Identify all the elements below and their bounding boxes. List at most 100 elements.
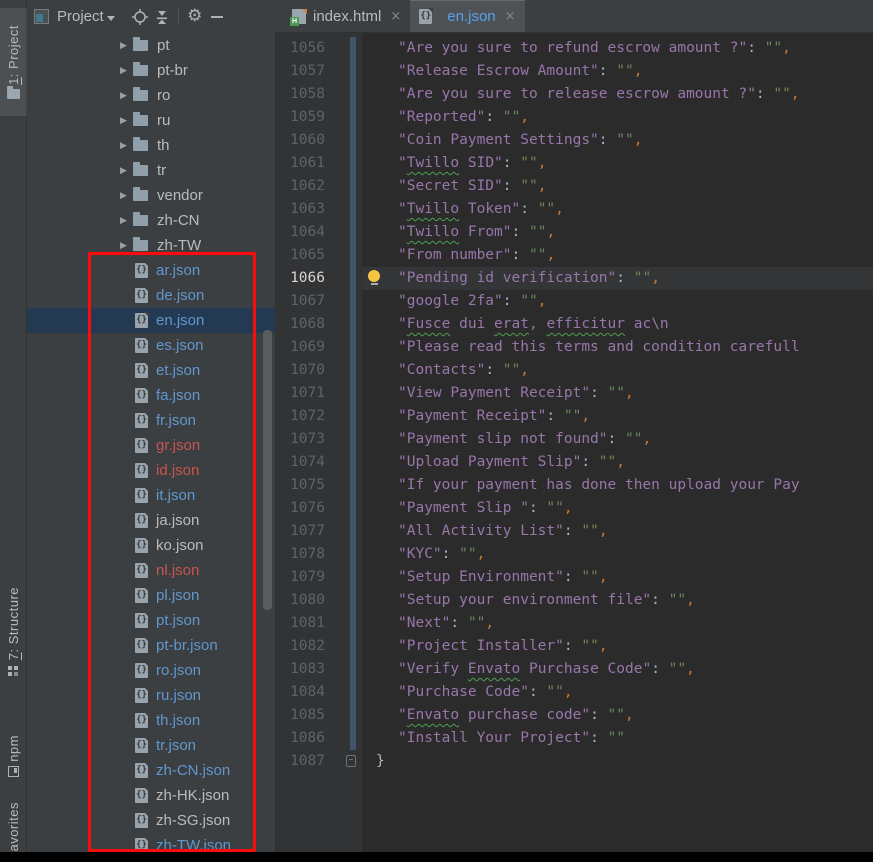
tree-folder-label: pt-br xyxy=(157,62,188,79)
tree-folder[interactable]: ▶pt xyxy=(27,33,275,58)
code-line[interactable]: 1057"Release Escrow Amount": "", xyxy=(275,60,873,83)
code-line[interactable]: 1079"Setup Environment": "", xyxy=(275,566,873,589)
tree-folder[interactable]: ▶vendor xyxy=(27,183,275,208)
chevron-right-icon[interactable]: ▶ xyxy=(120,116,133,126)
code-line[interactable]: 1075"If your payment has done then uploa… xyxy=(275,474,873,497)
tree-file[interactable]: {}it.json xyxy=(27,483,275,508)
code-line[interactable]: 1058"Are you sure to release escrow amou… xyxy=(275,83,873,106)
code-line[interactable]: 1070"Contacts": "", xyxy=(275,359,873,382)
code-line[interactable]: 1065"From number": "", xyxy=(275,244,873,267)
chevron-right-icon[interactable]: ▶ xyxy=(120,141,133,151)
editor-tab-en-json[interactable]: {}en.json× xyxy=(410,0,524,32)
tree-file[interactable]: {}fr.json xyxy=(27,408,275,433)
tree-file[interactable]: {}th.json xyxy=(27,708,275,733)
line-number: 1066 xyxy=(275,267,325,290)
code-line[interactable]: 1083"Verify Envato Purchase Code": "", xyxy=(275,658,873,681)
tree-folder[interactable]: ▶zh-TW xyxy=(27,233,275,258)
collapse-all-button[interactable] xyxy=(151,6,173,28)
tree-file[interactable]: {}en.json xyxy=(27,308,275,333)
tree-scrollbar-thumb[interactable] xyxy=(263,330,272,610)
chevron-right-icon[interactable]: ▶ xyxy=(120,216,133,226)
code-line[interactable]: 1066"Pending id verification": "", xyxy=(275,267,873,290)
tree-file[interactable]: {}et.json xyxy=(27,358,275,383)
tree-file[interactable]: {}tr.json xyxy=(27,733,275,758)
json-file-icon: {} xyxy=(135,788,148,803)
tree-file[interactable]: {}ar.json xyxy=(27,258,275,283)
line-number: 1062 xyxy=(275,175,325,198)
tree-folder[interactable]: ▶th xyxy=(27,133,275,158)
code-line[interactable]: 1061"Twillo SID": "", xyxy=(275,152,873,175)
code-line[interactable]: 1064"Twillo From": "", xyxy=(275,221,873,244)
line-number: 1076 xyxy=(275,497,325,520)
code-line[interactable]: 1086"Install Your Project": "" xyxy=(275,727,873,750)
code-line[interactable]: 1062"Secret SID": "", xyxy=(275,175,873,198)
tree-file[interactable]: {}nl.json xyxy=(27,558,275,583)
chevron-right-icon[interactable]: ▶ xyxy=(120,91,133,101)
code-line[interactable]: 1085"Envato purchase code": "", xyxy=(275,704,873,727)
caret-down-icon[interactable] xyxy=(107,16,115,21)
code-line[interactable]: 1077"All Activity List": "", xyxy=(275,520,873,543)
code-line[interactable]: 1071"View Payment Receipt": "", xyxy=(275,382,873,405)
project-panel-title[interactable]: Project xyxy=(57,8,104,25)
chevron-right-icon[interactable]: ▶ xyxy=(120,241,133,251)
tree-file[interactable]: {}zh-HK.json xyxy=(27,783,275,808)
json-file-icon: {} xyxy=(135,288,148,303)
tree-file[interactable]: {}ja.json xyxy=(27,508,275,533)
tree-file[interactable]: {}es.json xyxy=(27,333,275,358)
tree-file[interactable]: {}pt-br.json xyxy=(27,633,275,658)
code-line[interactable]: 1082"Project Installer": "", xyxy=(275,635,873,658)
code-line[interactable]: 1081"Next": "", xyxy=(275,612,873,635)
tree-file[interactable]: {}ko.json xyxy=(27,533,275,558)
settings-button[interactable]: ⚙ xyxy=(184,6,206,28)
intention-lightbulb-icon[interactable] xyxy=(368,270,381,286)
tab-close-icon[interactable]: × xyxy=(505,9,516,24)
tool-window-button-7-structure[interactable]: 7: Structure xyxy=(0,556,27,708)
code-line[interactable]: 1076"Payment Slip ": "", xyxy=(275,497,873,520)
tool-window-button-npm[interactable]: npm xyxy=(0,718,27,794)
code-line[interactable]: 1068"Fusce dui erat, efficitur ac\n xyxy=(275,313,873,336)
tree-folder[interactable]: ▶ zh-CN xyxy=(27,208,275,233)
code-line[interactable]: 1073"Payment slip not found": "", xyxy=(275,428,873,451)
locate-file-button[interactable] xyxy=(129,6,151,28)
chevron-right-icon[interactable]: ▶ xyxy=(120,166,133,176)
hide-panel-button[interactable] xyxy=(206,6,228,28)
tool-window-button-1-project[interactable]: 1: Project xyxy=(0,8,27,116)
code-line[interactable]: 1080"Setup your environment file": "", xyxy=(275,589,873,612)
tree-file-label: et.json xyxy=(156,362,200,379)
code-line[interactable]: 1072"Payment Receipt": "", xyxy=(275,405,873,428)
tree-file[interactable]: {}de.json xyxy=(27,283,275,308)
tree-file[interactable]: {}fa.json xyxy=(27,383,275,408)
tree-folder[interactable]: ▶ pt-br xyxy=(27,58,275,83)
tab-close-icon[interactable]: × xyxy=(390,9,401,24)
chevron-right-icon[interactable]: ▶ xyxy=(120,66,133,76)
tree-file[interactable]: {}zh-SG.json xyxy=(27,808,275,833)
code-line[interactable]: 1084"Purchase Code": "", xyxy=(275,681,873,704)
tree-file[interactable]: {}id.json xyxy=(27,458,275,483)
code-line[interactable]: 1060"Coin Payment Settings": "", xyxy=(275,129,873,152)
tree-folder[interactable]: ▶ro xyxy=(27,83,275,108)
code-line[interactable]: 1074"Upload Payment Slip": "", xyxy=(275,451,873,474)
code-line[interactable]: 1067"google 2fa": "", xyxy=(275,290,873,313)
tree-file[interactable]: {}ru.json xyxy=(27,683,275,708)
tree-file[interactable]: {}gr.json xyxy=(27,433,275,458)
chevron-right-icon[interactable]: ▶ xyxy=(120,191,133,201)
code-line[interactable]: 1056"Are you sure to refund escrow amoun… xyxy=(275,37,873,60)
tree-file[interactable]: {}pl.json xyxy=(27,583,275,608)
code-line[interactable]: 1059"Reported": "", xyxy=(275,106,873,129)
chevron-right-icon[interactable]: ▶ xyxy=(120,41,133,51)
editor-tab-index-html[interactable]: Hindex.html× xyxy=(283,0,410,32)
code-viewport[interactable]: 1056"Are you sure to refund escrow amoun… xyxy=(275,33,873,852)
tree-file[interactable]: {}zh-CN.json xyxy=(27,758,275,783)
tree-folder[interactable]: ▶tr xyxy=(27,158,275,183)
tree-file[interactable]: {}pt.json xyxy=(27,608,275,633)
fold-end-marker-icon[interactable] xyxy=(346,755,356,767)
code-line[interactable]: 1069"Please read this terms and conditio… xyxy=(275,336,873,359)
code-line[interactable]: 1063"Twillo Token": "", xyxy=(275,198,873,221)
code-line[interactable]: 1087} xyxy=(275,750,873,773)
folder-icon xyxy=(133,115,148,126)
tree-folder[interactable]: ▶ru xyxy=(27,108,275,133)
code-line[interactable]: 1078"KYC": "", xyxy=(275,543,873,566)
tree-folder-label: zh-CN xyxy=(157,212,200,229)
tree-file[interactable]: {}ro.json xyxy=(27,658,275,683)
json-file-icon: {} xyxy=(135,638,148,653)
